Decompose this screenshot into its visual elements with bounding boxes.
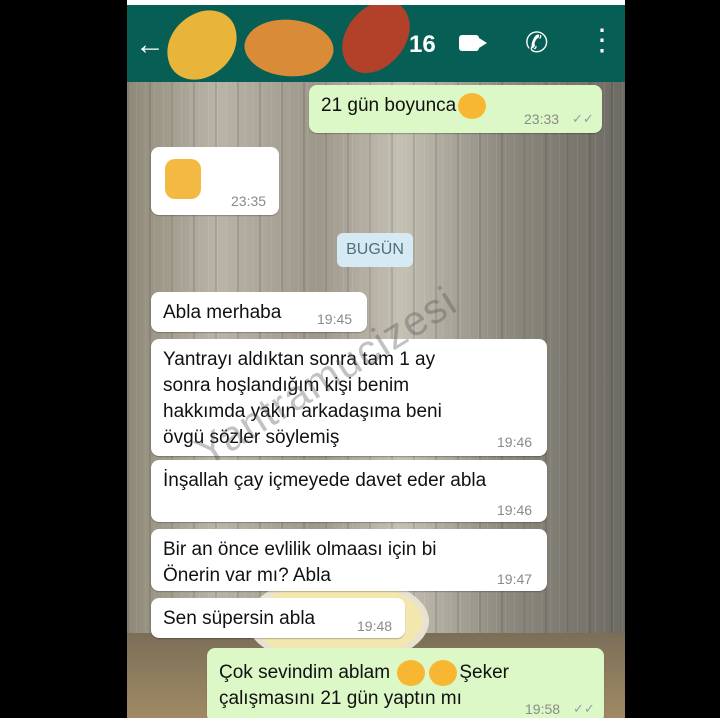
back-arrow-icon[interactable]: ←	[135, 30, 165, 60]
message-bubble-outgoing[interactable]: 21 gün boyunca 23:33 ✓✓	[309, 85, 602, 133]
message-bubble-incoming[interactable]: Sen süpersin abla 19:48	[151, 598, 405, 638]
message-text: Çok sevindim ablam Şeker çalışmasını 21 …	[219, 660, 509, 712]
message-time: 19:48	[357, 618, 393, 634]
message-time: 19:46	[497, 434, 533, 450]
message-time: 19:47	[497, 571, 533, 587]
left-border	[0, 0, 127, 718]
message-time: 23:35	[231, 193, 267, 209]
smiling-hearts-emoji	[429, 660, 458, 686]
message-time: 23:33	[524, 111, 560, 127]
phone-icon[interactable]: ✆	[525, 29, 548, 57]
more-vert-icon[interactable]: ⋮	[587, 26, 617, 56]
message-time: 19:46	[497, 502, 533, 518]
app-bar: ← 16 ✆ ⋮	[127, 5, 625, 88]
message-time: 19:45	[317, 311, 353, 327]
right-border	[625, 0, 720, 718]
message-text: Abla merhaba	[163, 302, 282, 323]
video-call-icon[interactable]	[459, 35, 487, 51]
hug-emoji	[458, 93, 487, 119]
date-chip: BUGÜN	[337, 233, 413, 267]
message-text: Bir an önce evlilik olmaası için bi Öner…	[163, 539, 437, 586]
read-ticks-icon: ✓✓	[573, 701, 595, 716]
message-bubble-incoming[interactable]: 23:35	[151, 147, 279, 215]
message-time: 19:58	[525, 701, 561, 717]
message-bubble-incoming[interactable]: Abla merhaba 19:45	[151, 292, 367, 332]
message-text: Sen süpersin abla	[163, 608, 316, 629]
leaf-sticker	[238, 8, 340, 88]
contact-title[interactable]: 16	[409, 31, 436, 59]
smiling-hearts-emoji	[397, 660, 426, 686]
message-text: 21 gün boyunca	[321, 93, 488, 119]
message-bubble-incoming[interactable]: Bir an önce evlilik olmaası için bi Öner…	[151, 529, 547, 591]
thumbs-up-emoji	[165, 159, 201, 199]
chat-screen: ← 16 ✆ ⋮ 21 gün boyunca 23:33 ✓✓ 23:35 B…	[127, 5, 625, 718]
leaf-sticker	[156, 5, 248, 88]
message-bubble-outgoing[interactable]: Çok sevindim ablam Şeker çalışmasını 21 …	[207, 648, 604, 718]
read-ticks-icon: ✓✓	[572, 111, 594, 126]
